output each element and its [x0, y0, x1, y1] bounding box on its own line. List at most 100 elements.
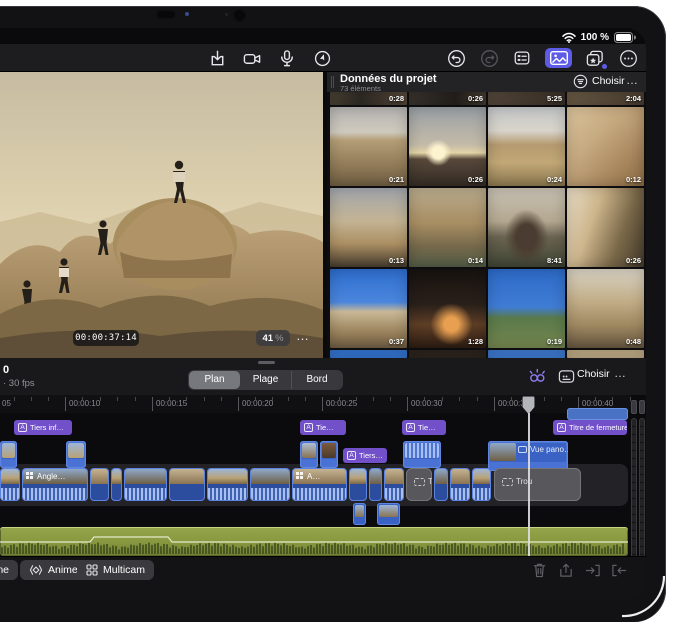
media-thumbnail[interactable]: 0:26 — [567, 188, 644, 267]
media-thumbnail[interactable]: 5:25 — [488, 92, 565, 105]
media-thumbnail[interactable]: 0:26 — [409, 107, 486, 186]
storyline-clip[interactable] — [0, 468, 20, 501]
media-thumbnail[interactable] — [567, 350, 644, 358]
multicam-icon — [86, 564, 98, 576]
connected-clip[interactable] — [403, 441, 441, 468]
gap-clip[interactable]: T… — [406, 468, 432, 501]
undo-icon[interactable] — [446, 48, 466, 68]
media-thumbnail[interactable]: 2:04 — [567, 92, 644, 105]
zoom-value: 41 — [262, 333, 273, 344]
title-clip[interactable]: ATitre de fermeture — [553, 420, 627, 435]
segment-plage[interactable]: Plage — [240, 371, 291, 389]
timecode-display[interactable]: 00:00:37:14 — [73, 330, 139, 346]
storyline-clip[interactable] — [450, 468, 470, 501]
media-thumbnail[interactable]: 0:24 — [488, 107, 565, 186]
snapping-icon[interactable] — [527, 366, 547, 386]
viewer-more-button[interactable]: … — [296, 328, 310, 343]
title-clip[interactable]: ATie… — [300, 420, 346, 435]
media-thumbnail[interactable]: 0:21 — [330, 107, 407, 186]
media-thumbnail[interactable]: 0:28 — [330, 92, 407, 105]
title-style-icon: A — [347, 451, 356, 460]
ruler-label: 00:00:30 — [411, 399, 442, 408]
title-style-icon: A — [557, 423, 566, 432]
connected-clip[interactable] — [66, 441, 86, 468]
multicam-button[interactable]: Multicam — [77, 560, 154, 580]
title-clip[interactable]: ATiers inf… — [14, 420, 72, 435]
redo-icon[interactable] — [479, 48, 499, 68]
viewer[interactable]: 00:00:37:14 41% … — [0, 72, 323, 358]
ruler-minor-tick — [14, 397, 15, 401]
storyline-clip[interactable] — [111, 468, 122, 501]
media-thumbnail[interactable]: 0:12 — [567, 107, 644, 186]
project-name-partial: 0 — [3, 364, 9, 376]
media-thumbnail[interactable] — [409, 350, 486, 358]
storyline-clip[interactable] — [250, 468, 290, 501]
title-clip[interactable]: ATiers… — [343, 448, 387, 463]
pencil-icon[interactable] — [312, 48, 332, 68]
media-browser-panel: Données du projet 73 éléments Choisir … … — [327, 72, 646, 358]
timeline-choose-button[interactable]: Choisir — [577, 368, 610, 380]
storyline-clip[interactable] — [384, 468, 404, 501]
storyline-clip[interactable] — [207, 468, 248, 501]
media-thumbnail[interactable]: 0:19 — [488, 269, 565, 348]
storyline-clip[interactable] — [349, 468, 367, 501]
timeline-ruler[interactable]: 0500:00:1000:00:1500:00:2000:00:2500:00:… — [0, 395, 631, 413]
trash-icon[interactable] — [531, 562, 547, 578]
segment-bord[interactable]: Bord — [291, 371, 342, 389]
clip-duration: 0:48 — [626, 337, 641, 346]
media-thumbnail[interactable]: 0:13 — [330, 188, 407, 267]
connected-clip-bar[interactable] — [567, 408, 628, 420]
media-thumbnail[interactable] — [488, 350, 565, 358]
clip-action-button-partial[interactable]: ne — [0, 560, 18, 580]
clip-label: Angle… — [25, 471, 65, 482]
connected-clip[interactable] — [0, 441, 17, 468]
clip-label: A… — [295, 471, 320, 482]
title-clip[interactable]: ATie… — [402, 420, 446, 435]
media-thumbnail[interactable]: 0:26 — [409, 92, 486, 105]
import-icon[interactable] — [207, 48, 227, 68]
media-thumbnail[interactable]: 0:14 — [409, 188, 486, 267]
connected-clip[interactable] — [300, 441, 318, 468]
extract-icon[interactable] — [558, 562, 574, 578]
storyline-clip[interactable] — [434, 468, 448, 501]
storyline-clip[interactable] — [369, 468, 382, 501]
segment-plan[interactable]: Plan — [189, 371, 240, 389]
storyline-clip[interactable] — [472, 468, 491, 501]
timeline-more-button[interactable]: … — [614, 366, 627, 380]
ruler-minor-tick — [82, 397, 83, 401]
insert-right-icon[interactable] — [611, 562, 627, 578]
camera-icon[interactable] — [242, 48, 262, 68]
storyline-clip[interactable]: A… — [292, 468, 347, 501]
storyline-clip[interactable]: Angle… — [22, 468, 88, 501]
overview-icon[interactable] — [556, 366, 576, 386]
storyline-clip[interactable] — [90, 468, 109, 501]
music-clip[interactable] — [0, 527, 628, 556]
zoom-level[interactable]: 41% — [256, 330, 290, 346]
connected-clip[interactable] — [320, 441, 338, 468]
divider-drag-handle[interactable] — [258, 361, 275, 364]
gap-clip[interactable]: Trou — [494, 468, 581, 501]
media-thumbnail[interactable]: 0:48 — [567, 269, 644, 348]
mic-icon[interactable] — [277, 48, 297, 68]
media-thumbnail[interactable]: 1:28 — [409, 269, 486, 348]
inspector-icon[interactable] — [512, 48, 532, 68]
media-thumbnail[interactable] — [330, 350, 407, 358]
clip-duration: 0:14 — [468, 256, 483, 265]
multicam-clip-icon — [295, 471, 304, 482]
storyline-clip[interactable] — [124, 468, 167, 501]
media-thumbnail[interactable]: 0:37 — [330, 269, 407, 348]
ruler-label: 00:00:10 — [69, 399, 100, 408]
clips-icon[interactable] — [585, 48, 605, 68]
more-icon[interactable] — [618, 48, 638, 68]
connected-clip-below[interactable] — [353, 503, 366, 525]
ruler-minor-tick — [595, 397, 596, 401]
connected-clip-below[interactable] — [377, 503, 400, 525]
clip-duration: 0:21 — [389, 175, 404, 184]
insert-left-icon[interactable] — [585, 562, 601, 578]
storyline-clip[interactable] — [169, 468, 205, 501]
media-thumbnail[interactable]: 8:41 — [488, 188, 565, 267]
ruler-minor-tick — [459, 397, 460, 401]
media-browser-icon[interactable] — [545, 48, 572, 68]
music-waveform — [0, 527, 628, 556]
ruler-major-tick — [407, 397, 408, 411]
